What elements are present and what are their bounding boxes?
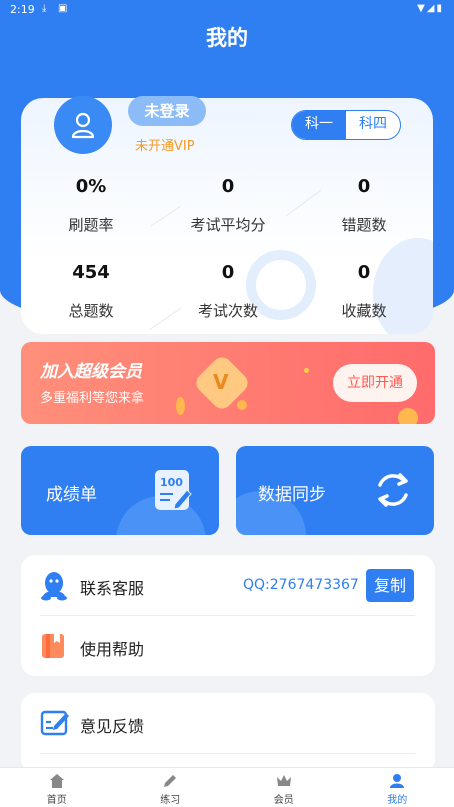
stat-value: 0: [357, 262, 371, 283]
book-icon: [42, 634, 64, 658]
vip-banner[interactable]: 加入超级会员 多重福利等您来拿 V 立即开通: [21, 342, 435, 424]
copy-button[interactable]: 复制: [366, 569, 414, 602]
tab-mine[interactable]: 我的: [341, 768, 454, 807]
download-icon: ⤓: [42, 3, 47, 14]
feedback-label: 意见反馈: [80, 717, 145, 736]
system-icons: ▼◢▮: [417, 3, 444, 14]
stat-value: 0: [221, 176, 235, 197]
stat-total-questions: 454 总题数: [26, 262, 156, 321]
stat-wrong-count: 0 错题数: [299, 176, 429, 235]
stat-value: 0%: [75, 176, 107, 197]
stat-label: 总题数: [68, 302, 114, 320]
stat-label: 刷题率: [68, 216, 114, 234]
sync-icon: [378, 473, 408, 507]
user-icon: [71, 112, 95, 139]
report-tile[interactable]: 成绩单 100: [21, 446, 219, 535]
help-row[interactable]: 使用帮助: [21, 616, 435, 676]
stat-label: 考试次数: [197, 302, 258, 320]
tab-label: 我的: [387, 795, 408, 806]
vip-banner-title: 加入超级会员: [40, 362, 142, 382]
svg-text:100: 100: [160, 476, 183, 489]
coin-icon: [176, 397, 185, 415]
vip-banner-subtitle: 多重福利等您来拿: [40, 391, 145, 406]
stat-label: 考试平均分: [190, 216, 266, 234]
subject-toggle: 科一 科四: [291, 110, 401, 140]
person-icon: [390, 774, 405, 788]
report-label: 成绩单: [46, 485, 97, 505]
status-time: 2:19: [10, 3, 35, 16]
feedback-row[interactable]: 意见反馈: [21, 693, 435, 753]
subject-option-4[interactable]: 科四: [346, 111, 400, 139]
tab-home[interactable]: 首页: [0, 768, 114, 807]
crown-icon: [276, 775, 291, 786]
pencil-icon: [164, 775, 177, 787]
stat-label: 错题数: [341, 216, 387, 234]
stat-value: 454: [72, 262, 110, 283]
stat-label: 收藏数: [341, 302, 387, 320]
support-card: 联系客服 QQ:2767473367 复制 使用帮助: [21, 555, 435, 676]
stat-exam-count: 0 考试次数: [163, 262, 293, 321]
subject-option-1[interactable]: 科一: [292, 111, 346, 139]
stat-average-score: 0 考试平均分: [163, 176, 293, 235]
status-bar: 2:19 ⤓ ▣ ▼◢▮: [0, 0, 454, 20]
coin-icon: [237, 400, 247, 410]
vip-v-icon: V: [213, 370, 229, 394]
tab-label: 首页: [46, 795, 67, 806]
vip-open-button[interactable]: 立即开通: [333, 364, 417, 402]
feedback-icon: [40, 710, 69, 736]
tab-bar: 首页 练习 会员 我的: [0, 767, 454, 807]
home-icon: [49, 774, 64, 788]
tab-label: 练习: [160, 795, 181, 806]
page-title: 我的: [206, 26, 248, 50]
penguin-icon: [41, 572, 67, 601]
stat-value: 0: [357, 176, 371, 197]
stat-value: 0: [221, 262, 235, 283]
coin-icon: [398, 408, 418, 424]
stat-favorites-count: 0 收藏数: [299, 262, 429, 321]
avatar[interactable]: [54, 96, 112, 154]
tab-member[interactable]: 会员: [227, 768, 341, 807]
tab-practice[interactable]: 练习: [114, 768, 228, 807]
sparkle-icon: [304, 368, 309, 373]
tab-label: 会员: [273, 795, 294, 806]
report-icon: 100: [155, 470, 192, 510]
stat-practice-rate: 0% 刷题率: [26, 176, 156, 235]
sync-tile[interactable]: 数据同步: [236, 446, 434, 535]
help-label: 使用帮助: [80, 640, 145, 659]
contact-service-row[interactable]: 联系客服 QQ:2767473367 复制: [21, 555, 435, 615]
contact-service-label: 联系客服: [80, 579, 145, 598]
login-button[interactable]: 未登录: [128, 96, 206, 126]
qq-number: QQ:2767473367: [243, 577, 359, 593]
notification-icon: ▣: [58, 3, 68, 14]
sync-label: 数据同步: [258, 485, 326, 505]
divider: [40, 753, 415, 754]
feedback-card: 意见反馈: [21, 693, 435, 773]
vip-status: 未开通VIP: [135, 139, 195, 154]
